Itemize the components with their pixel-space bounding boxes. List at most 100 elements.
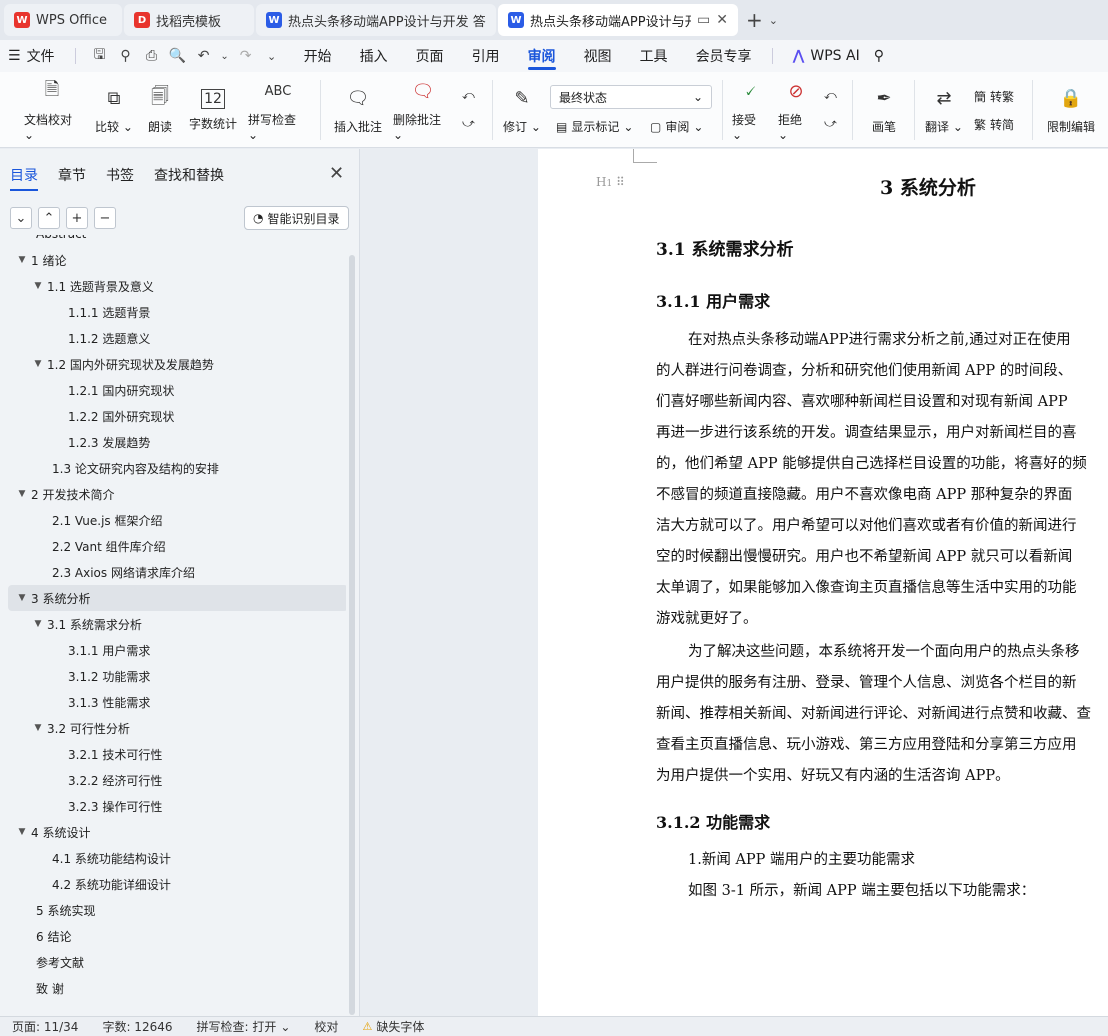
tab-sections[interactable]: 章节 (58, 165, 86, 191)
chevron-up-icon[interactable]: ⌃ (38, 207, 60, 229)
translate-button[interactable]: ⇄ 翻译 ⌄ (924, 72, 964, 148)
review-pane-button[interactable]: ▢ 审阅 ⌄ (650, 118, 703, 135)
toc-item[interactable]: 4.1 系统功能结构设计 (0, 845, 346, 871)
to-traditional-button[interactable]: 簡 转繁 (974, 88, 1014, 105)
toc-item[interactable]: 2.3 Axios 网络请求库介绍 (0, 559, 346, 585)
toc-item[interactable]: ▼ 1.2 国内外研究现状及发展趋势 (0, 351, 346, 377)
print-preview-icon[interactable]: 🔍 (168, 48, 188, 64)
menu-tools[interactable]: 工具 (626, 40, 682, 72)
file-menu[interactable]: ☰ 文件 (0, 40, 69, 72)
toc-item[interactable]: 致 谢 (0, 975, 346, 1001)
expand-arrow-icon[interactable]: ▼ (15, 593, 29, 603)
restrict-edit-button[interactable]: 🔒 限制编辑 (1044, 72, 1098, 148)
redo-icon[interactable]: ↷ (236, 48, 256, 64)
minus-icon[interactable]: − (94, 207, 116, 229)
menu-page[interactable]: 页面 (402, 40, 458, 72)
save-icon[interactable]: 🖫 (90, 44, 110, 68)
chevron-down-icon[interactable]: ⌄ (769, 14, 778, 27)
revise-button[interactable]: ✎ 修订 ⌄ (502, 72, 542, 148)
menu-review[interactable]: 审阅 (514, 40, 570, 72)
tab-toc[interactable]: 目录 (10, 165, 38, 191)
show-markup-button[interactable]: ▤ 显示标记 ⌄ (556, 118, 633, 135)
spell-check-indicator[interactable]: 拼写检查: 打开 ⌄ (185, 1018, 303, 1035)
expand-arrow-icon[interactable]: ▼ (15, 827, 29, 837)
screen-icon[interactable]: ▭ (697, 12, 710, 28)
previous-change-button[interactable]: ⤺ (824, 88, 837, 103)
tab-wps-office[interactable]: W WPS Office (4, 4, 122, 36)
expand-arrow-icon[interactable]: ▼ (31, 723, 45, 733)
toc-item[interactable]: 4.2 系统功能详细设计 (0, 871, 346, 897)
menu-references[interactable]: 引用 (458, 40, 514, 72)
toc-scrollbar[interactable] (349, 255, 355, 1015)
toc-item[interactable]: 3.1.1 用户需求 (0, 637, 346, 663)
toc-item[interactable]: ▼ 1.1 选题背景及意义 (0, 273, 346, 299)
heading-drag-handle[interactable]: H1 ⠿ (596, 175, 625, 189)
expand-arrow-icon[interactable]: ▼ (31, 281, 45, 291)
toc-item[interactable]: 2.1 Vue.js 框架介绍 (0, 507, 346, 533)
toc-item[interactable]: 3.2.2 经济可行性 (0, 767, 346, 793)
tab-docer-templates[interactable]: D 找稻壳模板 (124, 4, 254, 36)
insert-comment-button[interactable]: 🗨 插入批注 (332, 72, 384, 148)
toc-item[interactable]: 3.1.3 性能需求 (0, 689, 346, 715)
chevron-down-icon[interactable]: ⌄ (10, 207, 32, 229)
close-icon[interactable]: ✕ (716, 12, 728, 28)
toc-item[interactable]: ▼ 1 绪论 (0, 247, 346, 273)
next-comment-button[interactable]: ⤻ (462, 116, 475, 131)
toc-item[interactable]: 1.2.2 国外研究现状 (0, 403, 346, 429)
toc-item[interactable]: 2.2 Vant 组件库介绍 (0, 533, 346, 559)
toc-item[interactable]: ▼ 4 系统设计 (0, 819, 346, 845)
next-change-button[interactable]: ⤻ (824, 116, 837, 131)
markup-status-select[interactable]: 最终状态 ⌄ (550, 85, 712, 109)
expand-arrow-icon[interactable]: ▼ (31, 359, 45, 369)
proof-indicator[interactable]: 校对 (302, 1018, 350, 1035)
more-chevron-icon[interactable]: ⌄ (262, 50, 282, 63)
missing-font-indicator[interactable]: ⚠ 缺失字体 (350, 1018, 436, 1035)
toc-item[interactable]: 6 结论 (0, 923, 346, 949)
doc-check-button[interactable]: 🗎 文档校对 ⌄ (24, 72, 80, 148)
word-count-indicator[interactable]: 字数: 12646 (90, 1018, 184, 1035)
previous-comment-button[interactable]: ⤺ (462, 88, 475, 103)
toc-item[interactable]: 1.2.3 发展趋势 (0, 429, 346, 455)
expand-arrow-icon[interactable]: ▼ (15, 489, 29, 499)
menu-membership[interactable]: 会员专享 (682, 40, 766, 72)
document-page[interactable]: H1 ⠿ 3 系统分析 3.1 系统需求分析 3.1.1 用户需求 在对热点头条… (538, 149, 1108, 1016)
pen-button[interactable]: ✒ 画笔 (864, 72, 904, 148)
menu-home[interactable]: 开始 (290, 40, 346, 72)
page-indicator[interactable]: 页面: 11/34 (0, 1018, 90, 1035)
delete-comment-button[interactable]: 🗨 删除批注 ⌄ (393, 72, 453, 148)
close-pane-icon[interactable]: ✕ (329, 163, 344, 184)
to-simplified-button[interactable]: 繁 转简 (974, 116, 1014, 133)
toc-item[interactable]: ▼ 3.1 系统需求分析 (0, 611, 346, 637)
tab-bookmarks[interactable]: 书签 (106, 165, 134, 191)
toc-item[interactable]: 5 系统实现 (0, 897, 346, 923)
search-button[interactable]: ⚲ (874, 40, 898, 72)
toc-item[interactable]: Abstract (0, 235, 346, 247)
accept-button[interactable]: 🗸 接受 ⌄ (732, 72, 768, 148)
tab-find-replace[interactable]: 查找和替换 (154, 165, 224, 191)
toc-item[interactable]: 1.1.2 选题意义 (0, 325, 346, 351)
word-count-button[interactable]: 12 字数统计 (187, 72, 239, 148)
compare-button[interactable]: ⧉ 比较 ⌄ (94, 72, 134, 148)
expand-arrow-icon[interactable]: ▼ (31, 619, 45, 629)
plus-icon[interactable]: + (66, 207, 88, 229)
toc-item[interactable]: 3.2.3 操作可行性 (0, 793, 346, 819)
wps-ai-button[interactable]: ⋀ WPS AI (779, 40, 874, 72)
reject-button[interactable]: ⊘ 拒绝 ⌄ (778, 72, 814, 148)
smart-toc-button[interactable]: ◔ 智能识别目录 (244, 206, 349, 230)
toc-item[interactable]: 3.1.2 功能需求 (0, 663, 346, 689)
link-icon[interactable]: ⚲ (116, 48, 136, 64)
toc-item[interactable]: 参考文献 (0, 949, 346, 975)
toc-item[interactable]: 1.2.1 国内研究现状 (0, 377, 346, 403)
tab-defense-document[interactable]: W 热点头条移动端APP设计与开发 答辩 (256, 4, 496, 36)
tab-current-document[interactable]: W 热点头条移动端APP设计与开发 ▭ ✕ (498, 4, 738, 36)
new-tab-button[interactable]: + ⌄ (740, 4, 784, 36)
toc-item[interactable]: 1.1.1 选题背景 (0, 299, 346, 325)
spell-check-button[interactable]: ABC 拼写检查 ⌄ (248, 72, 308, 148)
toc-item[interactable]: 3.2.1 技术可行性 (0, 741, 346, 767)
read-aloud-button[interactable]: 🗐 朗读 (145, 72, 175, 148)
toc-item[interactable]: ▼ 2 开发技术简介 (0, 481, 346, 507)
toc-item[interactable]: 1.3 论文研究内容及结构的安排 (0, 455, 346, 481)
undo-dropdown-icon[interactable]: ⌄ (220, 51, 230, 62)
menu-insert[interactable]: 插入 (346, 40, 402, 72)
print-icon[interactable]: ⎙ (142, 48, 162, 64)
